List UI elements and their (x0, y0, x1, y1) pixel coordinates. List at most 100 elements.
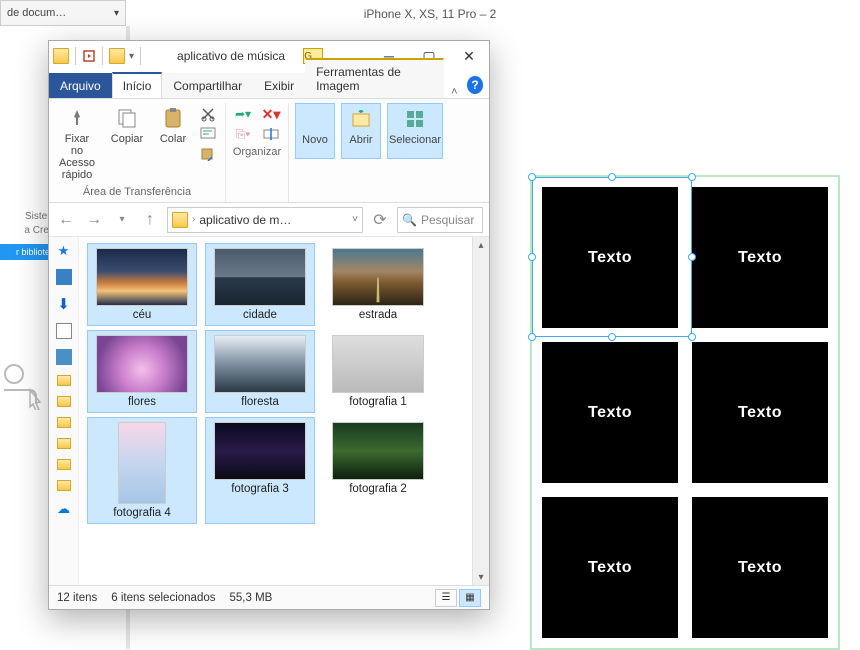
file-item[interactable]: céu (87, 243, 197, 326)
pictures-icon[interactable] (56, 349, 72, 365)
paste-shortcut-icon (200, 147, 216, 161)
view-details-button[interactable]: ☰ (435, 589, 457, 607)
selection-handle[interactable] (688, 173, 696, 181)
selection-handle[interactable] (528, 173, 536, 181)
selection-handle[interactable] (688, 333, 696, 341)
downloads-icon[interactable]: ⬇ (57, 295, 70, 313)
art-tile-2[interactable]: Texto (692, 187, 828, 328)
thumbnail-image (96, 335, 188, 393)
tab-ferramentas-imagem[interactable]: Ferramentas de Imagem (305, 58, 444, 98)
navigation-pane[interactable]: ★ ⬇ ☁ (49, 237, 79, 585)
nav-recent-button[interactable]: ▾ (111, 209, 133, 231)
tab-compartilhar[interactable]: Compartilhar (162, 73, 253, 98)
copy-path-button[interactable] (197, 125, 219, 143)
art-tile-5[interactable]: Texto (542, 497, 678, 638)
chevron-down-icon[interactable]: ▾ (129, 51, 134, 62)
scroll-down-icon[interactable]: ▾ (473, 569, 489, 585)
documents-icon[interactable] (56, 323, 72, 339)
open-button[interactable]: Abrir (341, 103, 381, 159)
art-tile-6[interactable]: Texto (692, 497, 828, 638)
pin-quick-access-button[interactable]: Fixar no Acesso rápido (55, 103, 99, 183)
file-item[interactable]: fotografia 3 (205, 417, 315, 524)
paste-shortcut-button[interactable] (197, 145, 219, 163)
copy-to-button[interactable]: ⎘▾ (232, 125, 254, 143)
ribbon-group-organize: ➦▾ ⎘▾ ✕▾ Organizar (226, 103, 289, 202)
file-item[interactable]: floresta (205, 330, 315, 413)
nav-up-button[interactable]: ↑ (139, 209, 161, 231)
ribbon: Fixar no Acesso rápido Copiar Colar Área… (49, 99, 489, 203)
view-thumbnails-button[interactable]: ▦ (459, 589, 481, 607)
file-name-label: fotografia 3 (231, 483, 289, 495)
collapse-ribbon-button[interactable]: ˄ (444, 86, 465, 98)
status-bar: 12 itens 6 itens selecionados 55,3 MB ☰ … (49, 585, 489, 609)
vertical-scrollbar[interactable]: ▴ ▾ (472, 237, 489, 585)
thumbnail-image (332, 248, 424, 306)
address-bar[interactable]: › aplicativo de m… ˅ (167, 207, 363, 233)
quick-access-toolbar: ▾ (49, 41, 147, 71)
art-tile-3[interactable]: Texto (542, 342, 678, 483)
breadcrumb[interactable]: aplicativo de m… (199, 213, 291, 227)
properties-icon[interactable] (82, 49, 96, 63)
selection-frame[interactable] (532, 177, 692, 337)
file-name-label: cidade (243, 309, 277, 321)
folder-icon[interactable] (57, 438, 71, 449)
selection-handle[interactable] (528, 253, 536, 261)
tab-exibir[interactable]: Exibir (253, 73, 305, 98)
folder-icon[interactable] (57, 417, 71, 428)
move-to-button[interactable]: ➦▾ (232, 105, 254, 123)
close-button[interactable]: ✕ (449, 41, 489, 71)
search-input[interactable]: 🔍 Pesquisar (397, 207, 483, 233)
art-tile-1[interactable]: Texto (542, 187, 678, 328)
folder-icon[interactable] (57, 396, 71, 407)
desktop-icon[interactable] (56, 269, 72, 285)
artboard-title: iPhone X, XS, 11 Pro – 2 (0, 7, 860, 21)
ribbon-label: Colar (160, 133, 186, 145)
folder-icon[interactable] (57, 459, 71, 470)
nav-back-button[interactable]: ← (55, 209, 77, 231)
tab-arquivo[interactable]: Arquivo (49, 73, 112, 98)
selection-handle[interactable] (688, 253, 696, 261)
copy-button[interactable]: Copiar (105, 103, 149, 159)
nav-forward-button[interactable]: → (83, 209, 105, 231)
art-tile-4[interactable]: Texto (692, 342, 828, 483)
move-icon: ➦▾ (235, 107, 251, 121)
selection-handle[interactable] (608, 173, 616, 181)
cut-button[interactable] (197, 105, 219, 123)
folder-icon[interactable] (57, 375, 71, 386)
selection-handle[interactable] (528, 333, 536, 341)
tile-label: Texto (738, 404, 782, 422)
file-item[interactable]: cidade (205, 243, 315, 326)
file-item[interactable]: fotografia 1 (323, 330, 433, 413)
scroll-up-icon[interactable]: ▴ (473, 237, 489, 253)
folder-icon[interactable] (57, 480, 71, 491)
file-item[interactable]: fotografia 4 (87, 417, 197, 524)
file-item[interactable]: flores (87, 330, 197, 413)
artboard[interactable]: Texto Texto Texto Texto Texto (530, 175, 840, 650)
select-button[interactable]: Selecionar (387, 103, 443, 159)
ribbon-group-clipboard: Fixar no Acesso rápido Copiar Colar Área… (49, 103, 226, 202)
items-view[interactable]: céucidadeestradafloresflorestafotografia… (79, 237, 472, 585)
separator (140, 47, 141, 65)
address-bar-row: ← → ▾ ↑ › aplicativo de m… ˅ ⟳ 🔍 Pesquis… (49, 203, 489, 237)
chevron-down-icon[interactable]: ˅ (352, 214, 358, 225)
ribbon-group-label: Área de Transferência (55, 183, 219, 202)
separator (102, 47, 103, 65)
pin-icon (64, 105, 90, 131)
design-canvas[interactable]: Texto Texto Texto Texto Texto (495, 30, 855, 644)
file-item[interactable]: fotografia 2 (323, 417, 433, 524)
paste-button[interactable]: Colar (155, 103, 191, 159)
file-item[interactable]: estrada (323, 243, 433, 326)
tab-inicio[interactable]: Início (112, 72, 163, 98)
selection-handle[interactable] (608, 333, 616, 341)
help-icon[interactable]: ? (467, 76, 483, 94)
thumbnail-image (96, 248, 188, 306)
new-button[interactable]: Novo (295, 103, 335, 159)
rename-button[interactable] (260, 125, 282, 143)
search-icon: 🔍 (402, 213, 417, 227)
quick-access-icon[interactable]: ★ (58, 243, 70, 259)
ribbon-group-label: Organizar (232, 143, 282, 162)
refresh-button[interactable]: ⟳ (369, 209, 391, 231)
delete-icon: ✕▾ (262, 106, 281, 123)
delete-button[interactable]: ✕▾ (260, 105, 282, 123)
onedrive-icon[interactable]: ☁ (57, 501, 70, 517)
